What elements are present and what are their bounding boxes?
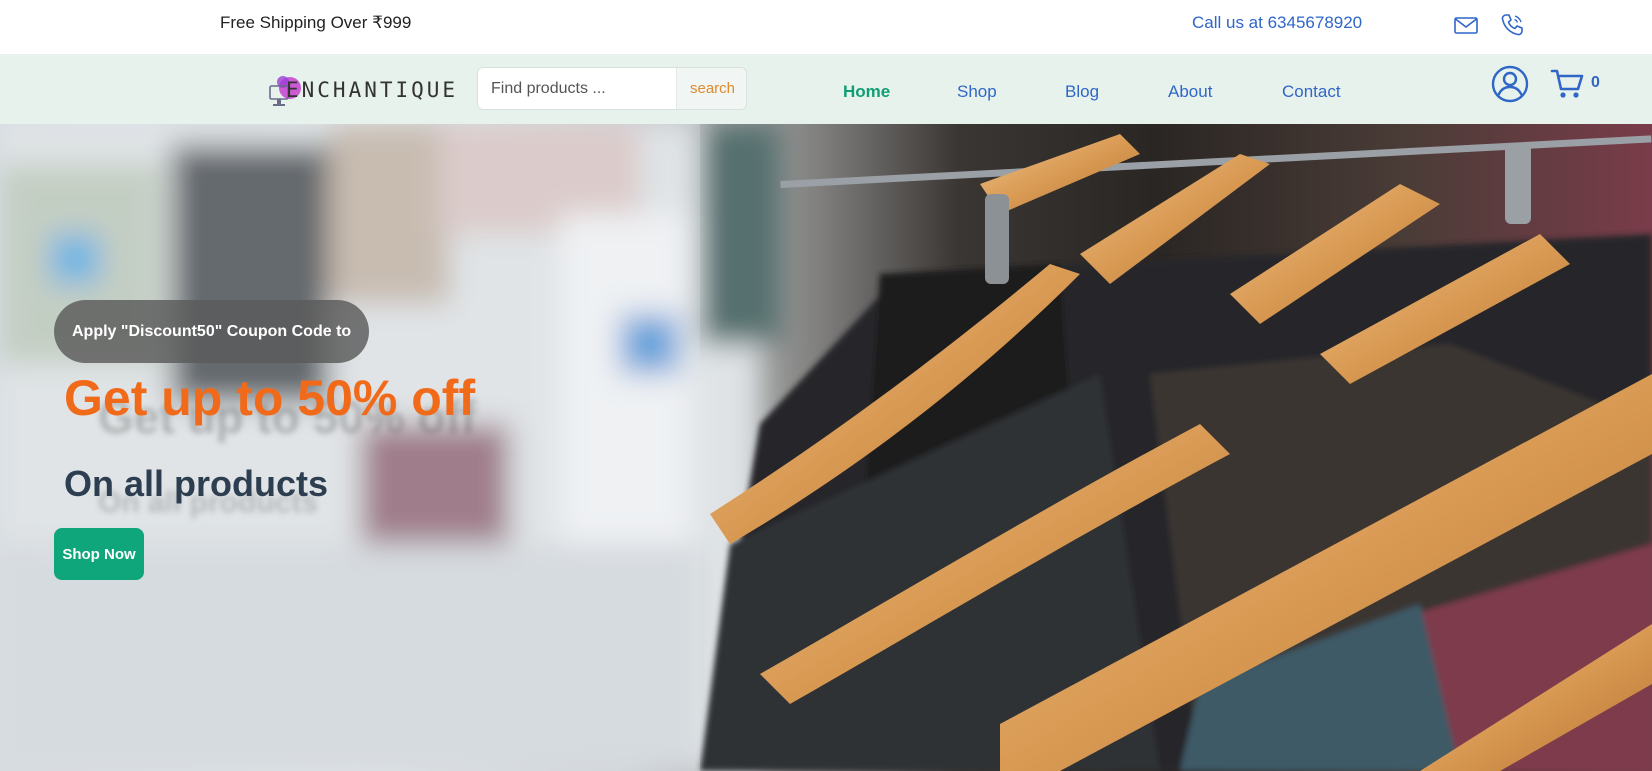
cart-icon[interactable]	[1550, 67, 1586, 101]
user-icon[interactable]	[1490, 64, 1530, 104]
nav-link-home[interactable]: Home	[843, 82, 890, 102]
nav-link-shop[interactable]: Shop	[957, 82, 997, 102]
coupon-banner: Apply "Discount50" Coupon Code to	[54, 300, 370, 363]
hero-subheading: On all products	[64, 463, 329, 504]
free-shipping-text: Free Shipping Over ₹999	[220, 13, 412, 32]
search-input[interactable]	[478, 68, 676, 109]
cart-count-badge: 0	[1591, 74, 1600, 91]
call-us-text[interactable]: Call us at 6345678920	[1192, 13, 1362, 33]
hero-background-image	[0, 124, 1652, 771]
nav-link-contact[interactable]: Contact	[1282, 82, 1341, 102]
shop-now-button[interactable]: Shop Now	[54, 528, 144, 580]
main-navbar: ENCHANTIQUE search Home Shop Blog About …	[0, 54, 1652, 124]
hero-headline: Get up to 50% off	[64, 370, 476, 426]
site-logo[interactable]: ENCHANTIQUE	[268, 68, 455, 110]
nav-link-blog[interactable]: Blog	[1065, 82, 1099, 102]
nav-link-about[interactable]: About	[1168, 82, 1212, 102]
logo-text: ENCHANTIQUE	[286, 78, 459, 102]
search-button[interactable]: search	[676, 68, 746, 109]
hero-banner: Apply "Discount50" Coupon Code to Get up…	[0, 124, 1652, 771]
search-bar: search	[477, 67, 747, 110]
mail-icon[interactable]	[1452, 11, 1480, 39]
top-bar: Free Shipping Over ₹999 Call us at 63456…	[0, 0, 1652, 54]
phone-icon[interactable]	[1498, 11, 1526, 39]
